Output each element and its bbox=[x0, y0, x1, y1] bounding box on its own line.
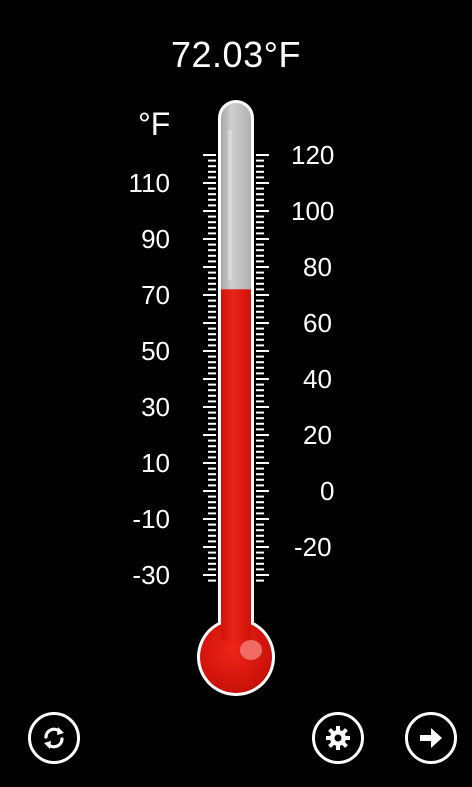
gear-icon bbox=[326, 726, 350, 750]
refresh-icon bbox=[44, 727, 64, 749]
settings-button[interactable] bbox=[312, 712, 364, 764]
refresh-button[interactable] bbox=[28, 712, 80, 764]
arrow-right-icon bbox=[420, 728, 442, 748]
mercury-column bbox=[221, 289, 251, 640]
next-button[interactable] bbox=[405, 712, 457, 764]
bulb-neck bbox=[221, 600, 251, 640]
tube-highlight bbox=[228, 130, 232, 280]
bulb-highlight bbox=[240, 640, 262, 660]
thermometer bbox=[197, 100, 275, 696]
